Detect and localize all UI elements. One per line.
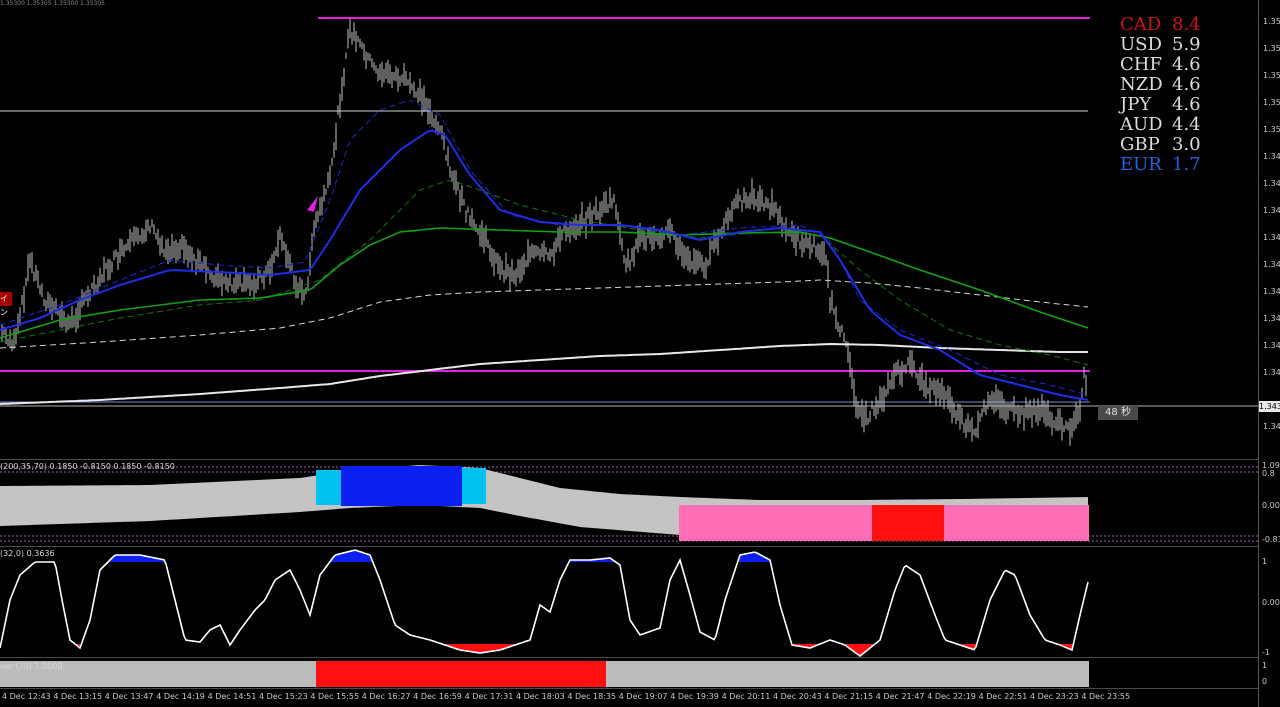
time-tick: 4 Dec 15:23	[259, 692, 308, 701]
pane-divider[interactable]	[0, 657, 1258, 658]
price-tick: 1.352	[1263, 44, 1280, 53]
price-tick: 1.346	[1263, 260, 1280, 269]
time-tick: 4 Dec 13:15	[53, 692, 103, 701]
time-tick: 4 Dec 21:47	[875, 692, 925, 701]
price-tick: 1.347	[1263, 206, 1280, 215]
strength-value: 4.4	[1172, 114, 1201, 135]
band-indicator-tick: -0.810	[1262, 535, 1280, 544]
band-indicator-label: (200,35,70) 0.1850 -0.8150 0.1850 -0.815…	[0, 462, 175, 471]
time-tick: 4 Dec 17:31	[464, 692, 514, 701]
price-tick: 1.346	[1263, 233, 1280, 242]
currency-strength-row: EUR 1.7	[1120, 155, 1201, 175]
currency-code: EUR	[1120, 154, 1162, 175]
trend-bar-red	[316, 661, 606, 687]
currency-strength-row: JPY 4.6	[1120, 95, 1201, 115]
time-tick: 4 Dec 20:11	[721, 692, 771, 701]
time-tick: 4 Dec 14:19	[156, 692, 205, 701]
band-indicator-tick: 0.00	[1262, 501, 1280, 510]
currency-code: CHF	[1120, 54, 1162, 75]
price-tick: 1.350	[1263, 125, 1280, 134]
strength-value: 4.6	[1172, 94, 1201, 115]
time-tick: 4 Dec 16:27	[361, 692, 411, 701]
strength-value: 1.7	[1172, 154, 1201, 175]
trend-bar-pane[interactable]	[0, 0, 1258, 707]
pane-divider	[0, 688, 1258, 689]
current-price-badge: 1.343	[1259, 401, 1280, 412]
strength-value: 8.4	[1172, 14, 1201, 35]
time-tick: 4 Dec 22:19	[927, 692, 976, 701]
currency-strength-panel: CAD 8.4 USD 5.9 CHF 4.6 NZD 4.6 JPY 4.6 AUD 4.4 GBP 3…	[1120, 15, 1201, 175]
currency-code: GBP	[1120, 134, 1160, 155]
price-tick: 1.348	[1263, 179, 1280, 188]
price-tick: 1.342	[1263, 368, 1280, 377]
currency-code: NZD	[1120, 74, 1163, 95]
currency-strength-row: CAD 8.4	[1120, 15, 1201, 35]
time-tick: 4 Dec 13:47	[104, 692, 154, 701]
time-tick: 4 Dec 12:43	[2, 692, 51, 701]
price-tick: 1.349	[1263, 152, 1280, 161]
time-tick: 4 Dec 21:15	[824, 692, 874, 701]
trend-bar-tick: 1	[1262, 661, 1268, 670]
time-tick: 4 Dec 16:59	[413, 692, 462, 701]
price-tick: 1.352	[1263, 71, 1280, 80]
price-tick: 1.345	[1263, 287, 1280, 296]
trend-bar-label: ver (20) 1.0000	[0, 662, 63, 671]
time-tick: 4 Dec 18:03	[516, 692, 565, 701]
time-tick: 4 Dec 23:23	[1030, 692, 1079, 701]
strength-value: 4.6	[1172, 54, 1201, 75]
currency-code: CAD	[1120, 14, 1162, 35]
currency-code: JPY	[1120, 94, 1152, 115]
price-axis-separator	[1258, 0, 1259, 707]
pane-divider[interactable]	[0, 546, 1258, 547]
price-tick: 1.351	[1263, 98, 1280, 107]
price-tick: 1.341	[1263, 422, 1280, 431]
price-tick: 1.355	[1263, 17, 1280, 26]
price-tick: 1.343	[1263, 341, 1280, 350]
bar-timer-badge: 48 秒	[1098, 406, 1138, 420]
trend-bar-tick: 0	[1262, 677, 1268, 686]
strength-value: 4.6	[1172, 74, 1201, 95]
currency-code: AUD	[1120, 114, 1163, 135]
oscillator-tick: 1	[1262, 557, 1268, 566]
currency-strength-row: USD 5.9	[1120, 35, 1201, 55]
band-indicator-tick: 0.8	[1262, 469, 1275, 478]
currency-code: USD	[1120, 34, 1162, 55]
oscillator-label: (32,0) 0.3636	[0, 549, 55, 558]
currency-strength-row: AUD 4.4	[1120, 115, 1201, 135]
currency-strength-row: GBP 3.0	[1120, 135, 1201, 155]
oscillator-tick: -1	[1262, 648, 1270, 657]
entry-marker-label: イン	[0, 292, 12, 317]
price-tick: 1.344	[1263, 314, 1280, 323]
currency-strength-row: NZD 4.6	[1120, 75, 1201, 95]
strength-value: 5.9	[1172, 34, 1201, 55]
time-tick: 4 Dec 19:39	[670, 692, 719, 701]
strength-value: 3.0	[1172, 134, 1201, 155]
pane-divider[interactable]	[0, 459, 1258, 460]
time-tick: 4 Dec 15:55	[310, 692, 360, 701]
time-tick: 4 Dec 22:51	[978, 692, 1028, 701]
currency-strength-row: CHF 4.6	[1120, 55, 1201, 75]
time-tick: 4 Dec 18:35	[567, 692, 617, 701]
time-tick: 4 Dec 14:51	[207, 692, 257, 701]
time-tick: 4 Dec 20:43	[773, 692, 822, 701]
time-tick: 4 Dec 23:55	[1081, 692, 1131, 701]
oscillator-tick: 0.00	[1262, 598, 1280, 607]
time-tick: 4 Dec 19:07	[618, 692, 668, 701]
